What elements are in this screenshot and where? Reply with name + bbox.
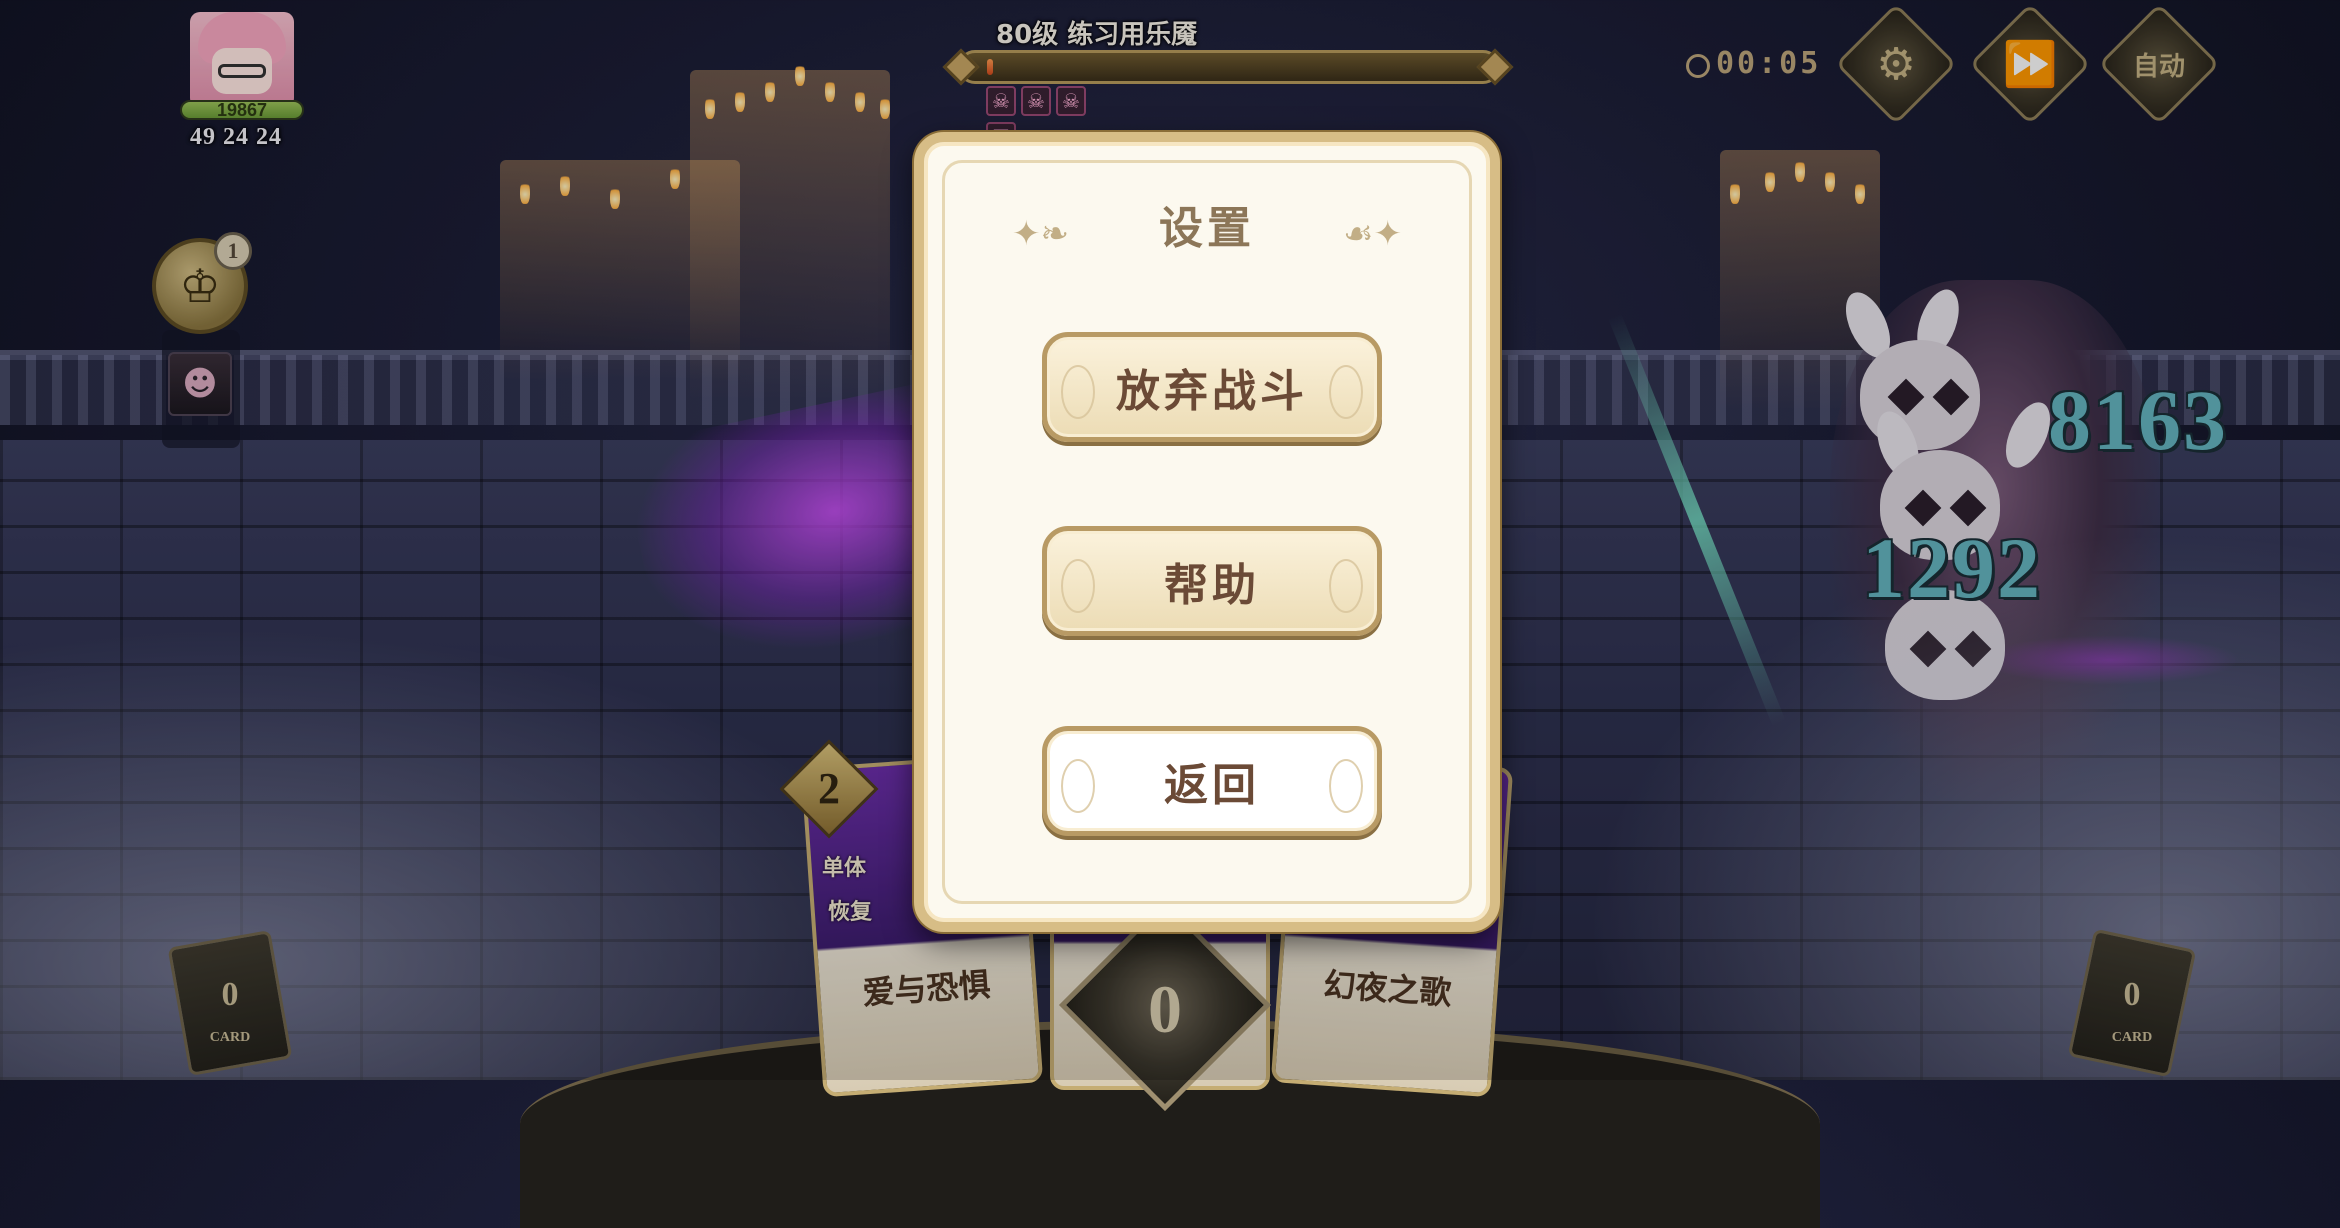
button-ornament xyxy=(1329,365,1363,419)
abandon-battle-label: 放弃战斗 xyxy=(1116,366,1308,417)
button-ornament xyxy=(1061,759,1095,813)
dialog-title: 设置 xyxy=(1159,203,1255,254)
back-label: 返回 xyxy=(1164,760,1260,811)
abandon-battle-button[interactable]: 放弃战斗 xyxy=(1042,332,1382,442)
button-ornament xyxy=(1329,759,1363,813)
help-label: 帮助 xyxy=(1164,560,1260,611)
button-ornament xyxy=(1061,559,1095,613)
settings-dialog: ✦❧ ☙✦ 设置 放弃战斗 帮助 返回 xyxy=(914,132,1500,932)
button-ornament xyxy=(1061,365,1095,419)
help-button[interactable]: 帮助 xyxy=(1042,526,1382,636)
button-ornament xyxy=(1329,559,1363,613)
back-button[interactable]: 返回 xyxy=(1042,726,1382,836)
